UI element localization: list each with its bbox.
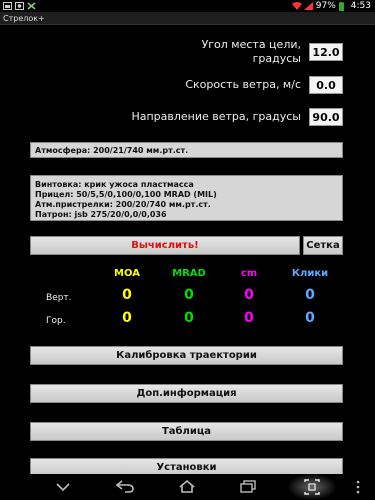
hide-keyboard-icon[interactable] xyxy=(56,482,70,492)
vertical-moa-value: 0 xyxy=(122,287,132,303)
rifle-info-box[interactable]: Винтовка: крик ужоса пластмасса Прицел: … xyxy=(30,175,343,221)
target-angle-row: Угол места цели, градусы 12.0 xyxy=(202,38,343,66)
recent-apps-icon[interactable] xyxy=(240,480,256,493)
rifle-line: Винтовка: крик ужоса пластмасса xyxy=(35,180,194,189)
cartridge-line: Патрон: jsb 275/20/0,0/0,036 xyxy=(35,210,167,219)
row-label-vertical: Верт. xyxy=(46,293,72,303)
table-button[interactable]: Таблица xyxy=(30,422,343,441)
extra-info-button[interactable]: Доп.информация xyxy=(30,384,343,403)
wind-speed-input[interactable]: 0.0 xyxy=(309,76,343,94)
clock: 4:53 xyxy=(350,1,371,11)
wifi-icon xyxy=(291,2,302,10)
col-cm: cm xyxy=(240,268,258,279)
grid-button[interactable]: Сетка xyxy=(303,236,343,255)
back-icon[interactable] xyxy=(116,480,134,493)
home-icon[interactable] xyxy=(178,480,196,493)
wind-speed-label: Скорость ветра, м/с xyxy=(185,78,301,91)
zeroing-atmosphere-line: Атм.пристрелки: 200/20/740 мм.рт.ст. xyxy=(35,200,211,209)
status-bar: 97% 4:53 xyxy=(0,0,375,12)
horizontal-cm-value: 0 xyxy=(244,310,254,326)
wind-direction-row: Направление ветра, градусы 90.0 xyxy=(131,108,343,126)
main-content: Угол места цели, градусы 12.0 Скорость в… xyxy=(0,26,375,477)
signal-icon xyxy=(303,2,313,10)
screenshot-icon[interactable] xyxy=(286,474,338,500)
horizontal-clicks-value: 0 xyxy=(305,310,315,326)
scope-line: Прицел: 50/5,5/0,100/0,100 MRAD (MIL) xyxy=(35,190,217,199)
navigation-bar xyxy=(0,474,375,500)
battery-icon xyxy=(338,2,348,11)
atmosphere-text: Атмосфера: 200/21/740 мм.рт.ст. xyxy=(35,146,189,155)
col-mrad: MRAD xyxy=(172,268,206,279)
col-moa: MOA xyxy=(114,268,140,279)
screenshot-notification-icon xyxy=(15,2,24,10)
row-label-horizontal: Гор. xyxy=(46,316,66,326)
app-title: Стрелок+ xyxy=(3,14,45,23)
vertical-mrad-value: 0 xyxy=(184,287,194,303)
wind-direction-label: Направление ветра, градусы xyxy=(131,110,301,123)
tools-notification-icon xyxy=(27,2,36,10)
vertical-cm-value: 0 xyxy=(244,287,254,303)
vertical-clicks-value: 0 xyxy=(305,287,315,303)
horizontal-mrad-value: 0 xyxy=(184,310,194,326)
overflow-menu-icon[interactable] xyxy=(355,480,361,494)
col-clicks: Клики xyxy=(291,268,329,279)
app-title-bar: Стрелок+ xyxy=(0,12,375,25)
horizontal-moa-value: 0 xyxy=(122,310,132,326)
results-grid: MOA MRAD cm Клики Верт. 0 0 0 0 Гор. 0 0… xyxy=(30,268,343,338)
wind-direction-input[interactable]: 90.0 xyxy=(309,108,343,126)
gallery-notification-icon xyxy=(3,2,12,10)
battery-percent: 97% xyxy=(315,1,336,11)
wind-speed-row: Скорость ветра, м/с 0.0 xyxy=(185,76,343,94)
atmosphere-box[interactable]: Атмосфера: 200/21/740 мм.рт.ст. xyxy=(30,142,343,158)
target-angle-label-line2: градусы xyxy=(252,52,301,65)
target-angle-input[interactable]: 12.0 xyxy=(309,43,343,61)
calculate-button[interactable]: Вычислить! xyxy=(30,236,300,255)
target-angle-label-line1: Угол места цели, xyxy=(201,38,301,51)
target-angle-label: Угол места цели, градусы xyxy=(202,38,301,66)
trajectory-calibration-button[interactable]: Калибровка траектории xyxy=(30,346,343,365)
